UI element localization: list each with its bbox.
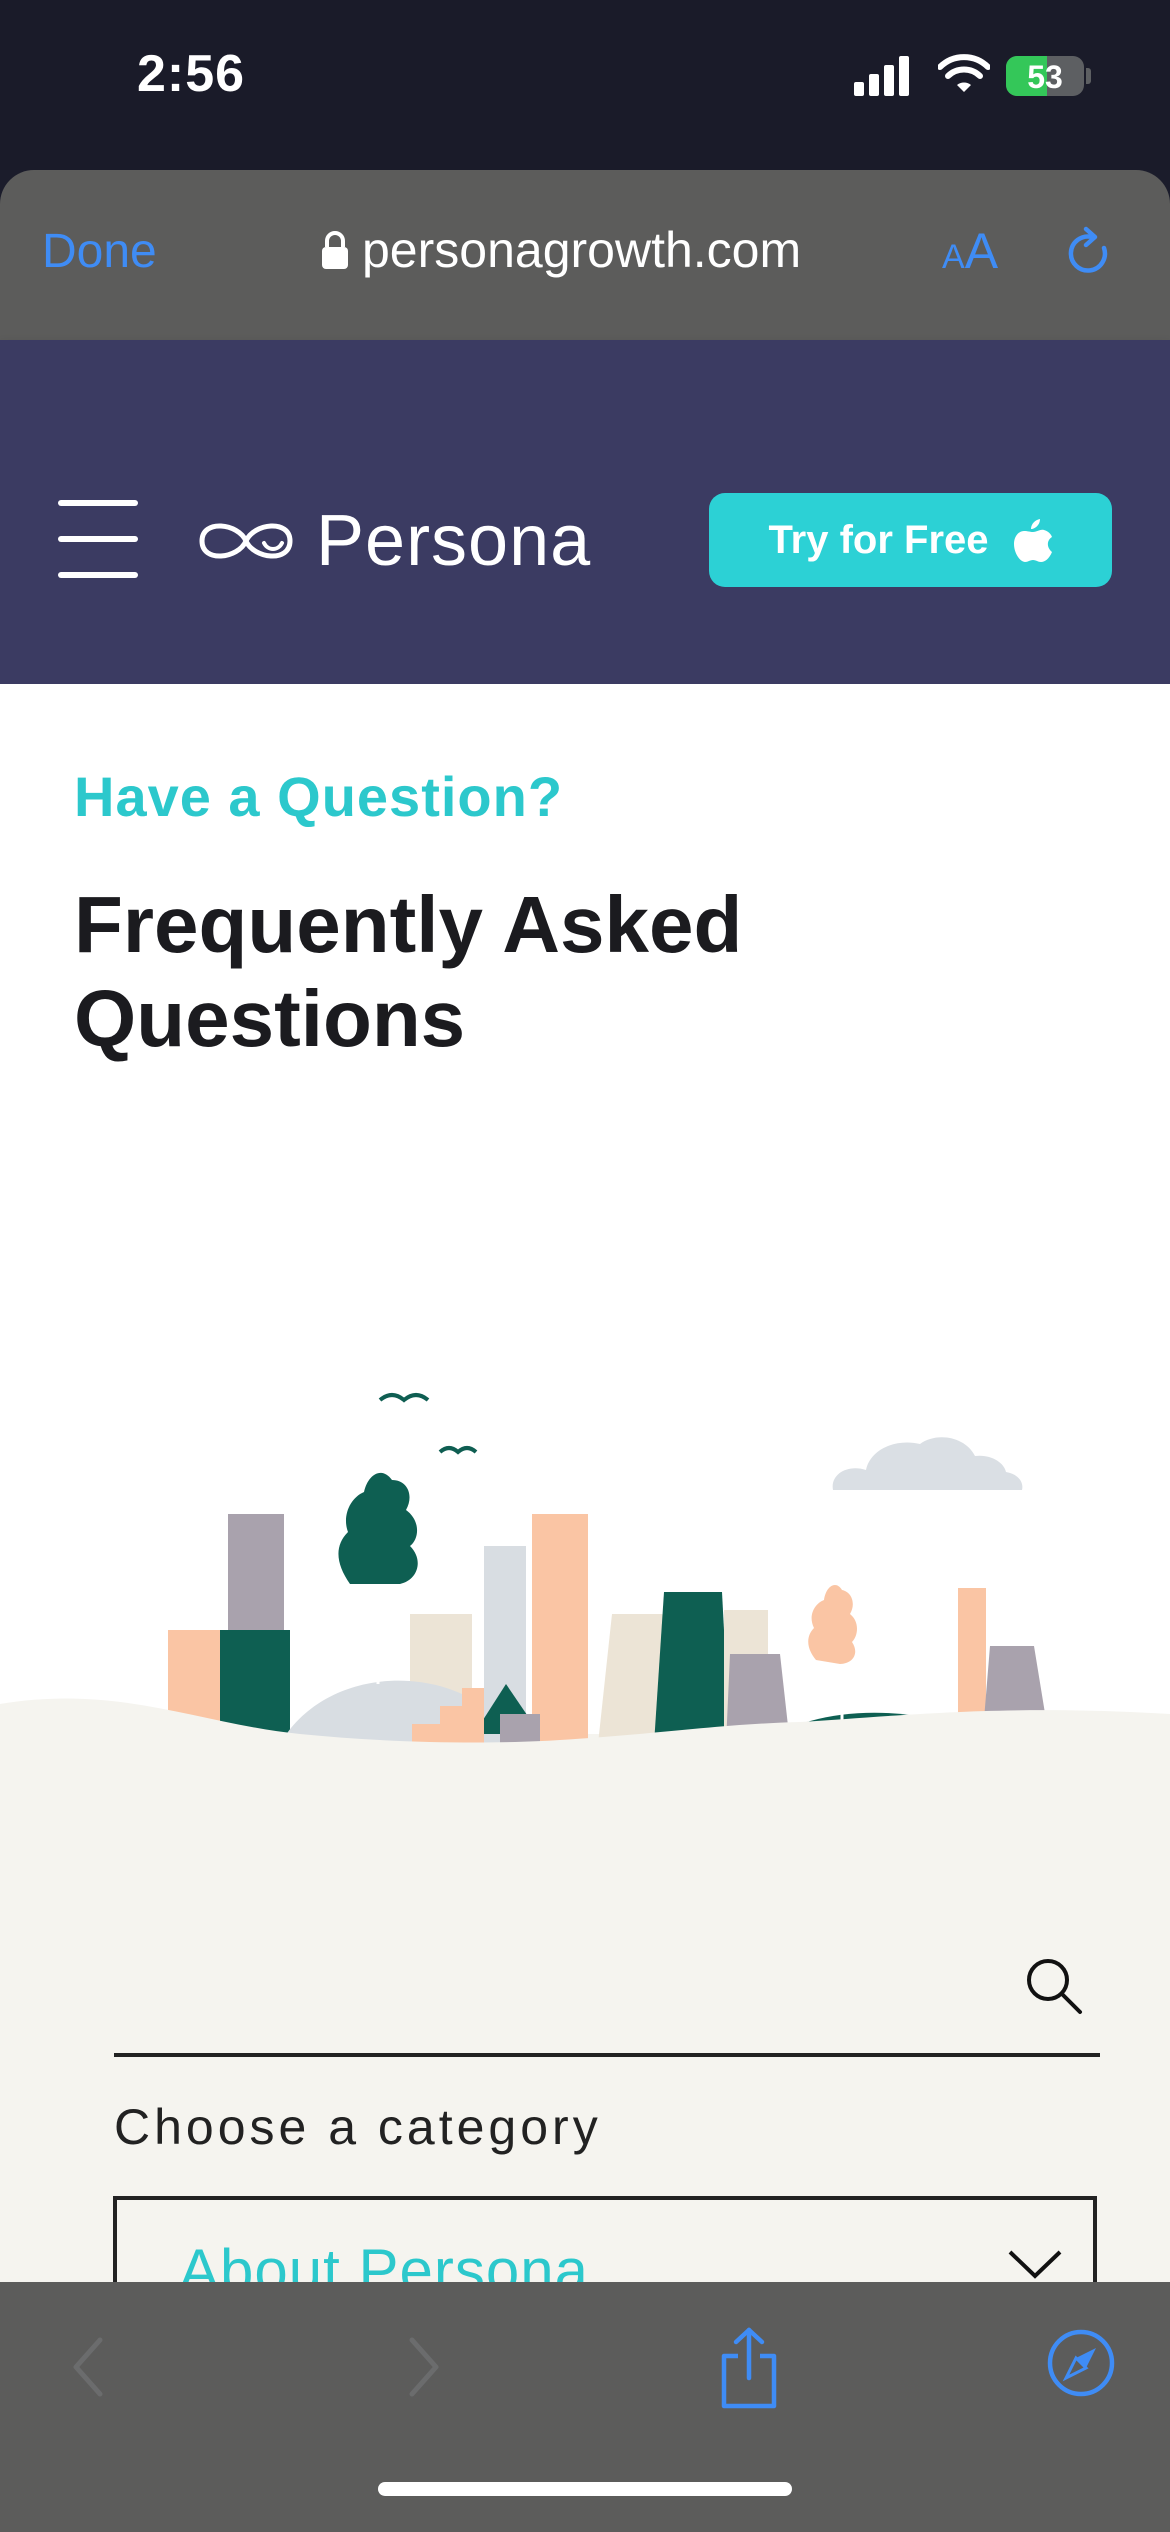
forward-icon[interactable]: [404, 2334, 444, 2400]
choose-category-label: Choose a category: [114, 2099, 602, 2155]
site-header: Persona Try for Free: [0, 340, 1170, 684]
search-input-underline[interactable]: [114, 2053, 1100, 2057]
status-bar: 2:56 53: [0, 0, 1170, 170]
cellular-signal-icon: [854, 56, 909, 96]
try-for-free-button[interactable]: Try for Free: [709, 493, 1112, 587]
reader-text-size-button[interactable]: AA: [942, 222, 998, 280]
city-landscape-illustration: [0, 1393, 1170, 1804]
reload-icon[interactable]: [1064, 226, 1114, 280]
brand-name: Persona: [316, 501, 592, 581]
wifi-icon: [938, 54, 990, 92]
selected-category: About Persona: [179, 2237, 589, 2282]
battery-icon: 53: [1006, 56, 1084, 96]
home-indicator[interactable]: [378, 2482, 792, 2496]
back-icon[interactable]: [68, 2334, 108, 2400]
lock-icon: [322, 231, 348, 269]
url-text: personagrowth.com: [362, 222, 802, 278]
address-field[interactable]: personagrowth.com: [320, 220, 801, 280]
chevron-down-icon: [1008, 2250, 1062, 2279]
browser-toolbar: [0, 2282, 1170, 2532]
compass-icon[interactable]: [1046, 2328, 1116, 2398]
category-select[interactable]: About Persona: [113, 2196, 1097, 2282]
cta-label: Try for Free: [768, 517, 989, 562]
done-button[interactable]: Done: [42, 224, 157, 279]
page-content: Have a Question? Frequently Asked Questi…: [0, 684, 1170, 2282]
persona-logo-icon: [199, 523, 293, 559]
apple-icon: [1013, 519, 1052, 562]
browser-address-bar: Done personagrowth.com AA: [0, 170, 1170, 340]
page-title: Frequently Asked Questions: [74, 880, 743, 1063]
search-icon[interactable]: [1024, 1956, 1086, 2018]
battery-level: 53: [1027, 59, 1063, 95]
site-logo[interactable]: Persona: [194, 500, 591, 582]
faq-eyebrow: Have a Question?: [74, 765, 564, 828]
share-icon[interactable]: [718, 2326, 780, 2410]
hamburger-icon[interactable]: [58, 500, 138, 578]
status-time: 2:56: [137, 45, 246, 103]
